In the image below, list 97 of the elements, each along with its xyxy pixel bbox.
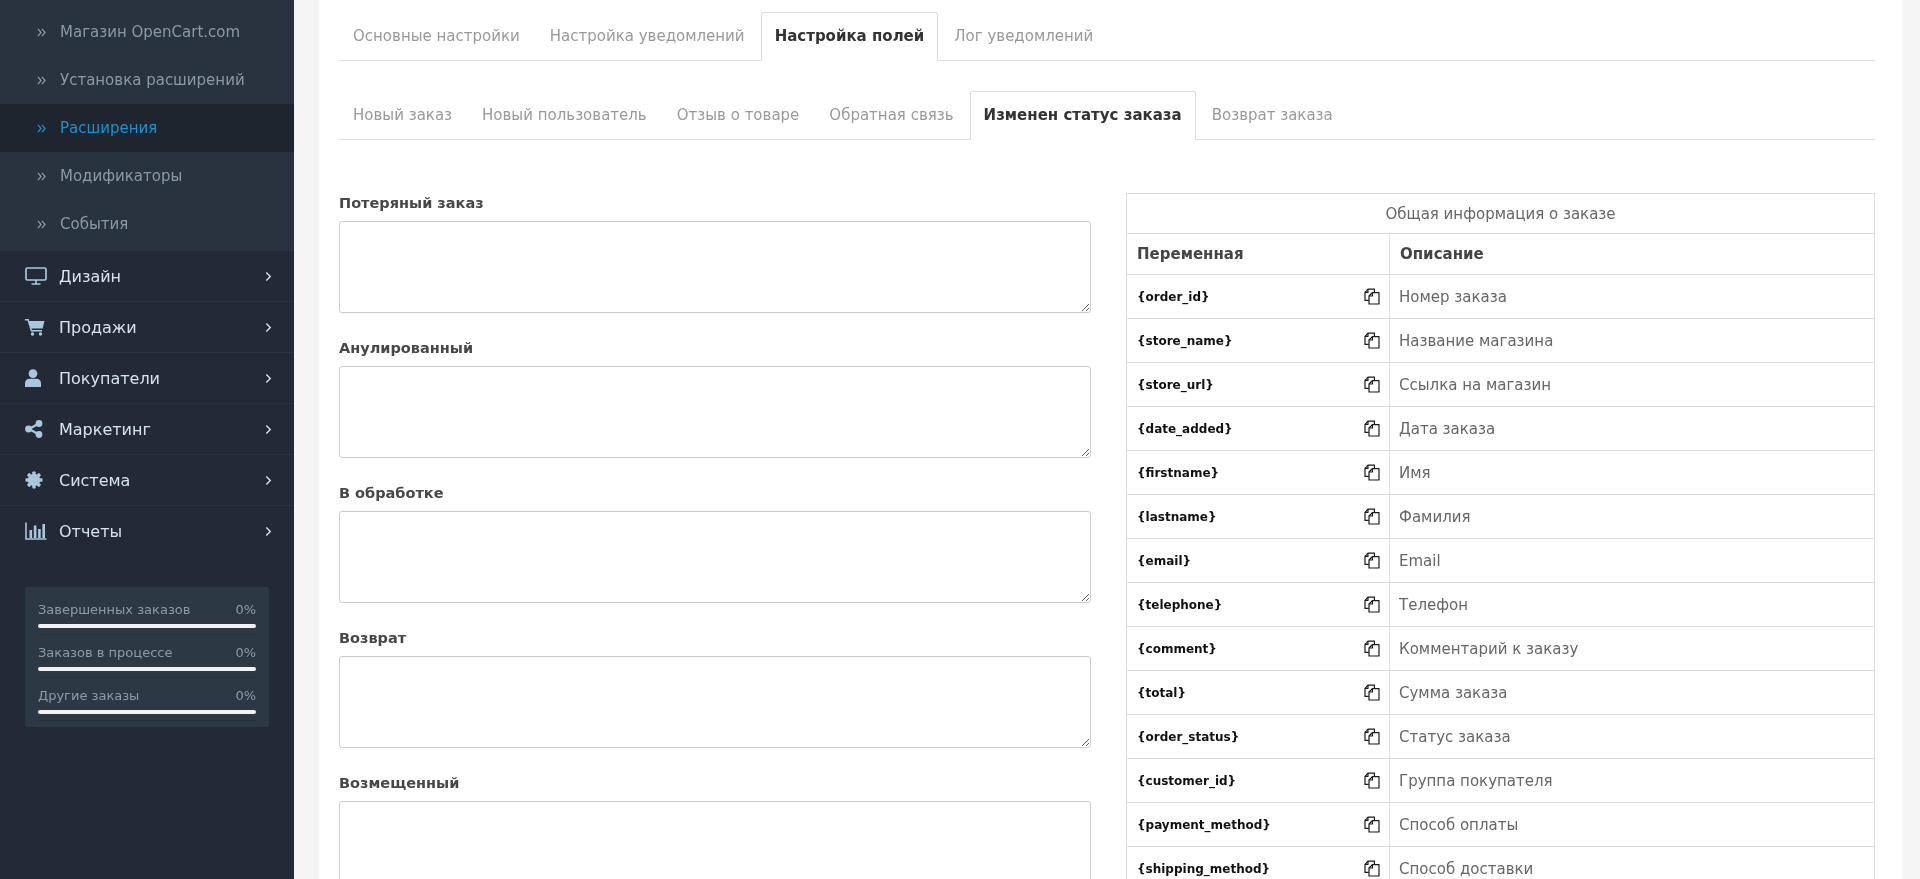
copy-icon[interactable] bbox=[1364, 552, 1380, 569]
chevron-right-icon bbox=[265, 321, 272, 333]
tab[interactable]: Новый заказ bbox=[339, 91, 467, 140]
description-cell: Название магазина bbox=[1389, 318, 1875, 363]
field-label: В обработке bbox=[339, 484, 445, 503]
variable-name: {telephone} bbox=[1137, 597, 1223, 612]
description-cell: Способ оплаты bbox=[1389, 802, 1875, 847]
sidebar-subitem[interactable]: Расширения bbox=[0, 104, 294, 152]
variable-name: {date_added} bbox=[1137, 421, 1233, 436]
tab[interactable]: Обратная связь bbox=[815, 91, 968, 140]
chevron-right-icon bbox=[265, 372, 272, 384]
description-cell: Телефон bbox=[1389, 582, 1875, 627]
description-cell: Имя bbox=[1389, 450, 1875, 495]
field-label: Анулированный bbox=[339, 339, 475, 358]
variable-name: {customer_id} bbox=[1137, 773, 1237, 788]
field-label: Потеряный заказ bbox=[339, 194, 485, 213]
table-title: Общая информация о заказе bbox=[1126, 193, 1875, 234]
sidebar-menu-item[interactable]: Дизайн bbox=[0, 250, 294, 301]
double-chevron-icon bbox=[37, 27, 46, 37]
description-cell: Статус заказа bbox=[1389, 714, 1875, 759]
monitor-icon bbox=[25, 267, 47, 285]
textarea-field[interactable] bbox=[339, 511, 1091, 603]
sidebar-menu-item[interactable]: Отчеты bbox=[0, 505, 294, 556]
sidebar-menu-item[interactable]: Продажи bbox=[0, 301, 294, 352]
chevron-right-icon bbox=[265, 270, 272, 282]
cart-icon bbox=[25, 318, 45, 336]
gear-icon bbox=[25, 471, 43, 489]
variable-name: {lastname} bbox=[1137, 509, 1217, 524]
chevron-right-icon bbox=[265, 474, 272, 486]
tab[interactable]: Настройка полей bbox=[760, 12, 939, 61]
sidebar-subitem[interactable]: Модификаторы bbox=[0, 152, 294, 200]
textarea-field[interactable] bbox=[339, 656, 1091, 748]
field-label: Возмещенный bbox=[339, 774, 461, 793]
textarea-field[interactable] bbox=[339, 221, 1091, 313]
variable-name: {email} bbox=[1137, 553, 1192, 568]
variable-name: {total} bbox=[1137, 685, 1186, 700]
chevron-right-icon bbox=[265, 525, 272, 537]
copy-icon[interactable] bbox=[1364, 640, 1380, 657]
user-icon bbox=[25, 369, 41, 387]
sidebar-subitem[interactable]: Магазин OpenCart.com bbox=[0, 8, 294, 56]
bar-chart-icon bbox=[25, 522, 47, 540]
share-icon bbox=[25, 420, 43, 438]
tab[interactable]: Возврат заказа bbox=[1197, 91, 1347, 140]
copy-icon[interactable] bbox=[1364, 772, 1380, 789]
description-cell: Номер заказа bbox=[1389, 274, 1875, 319]
stat-value: 0% bbox=[235, 644, 256, 662]
double-chevron-icon bbox=[37, 75, 46, 85]
tab[interactable]: Лог уведомлений bbox=[940, 12, 1108, 61]
variable-name: {shipping_method} bbox=[1137, 861, 1271, 876]
copy-icon[interactable] bbox=[1364, 508, 1380, 525]
copy-icon[interactable] bbox=[1364, 596, 1380, 613]
copy-icon[interactable] bbox=[1364, 288, 1380, 305]
copy-icon[interactable] bbox=[1364, 420, 1380, 437]
double-chevron-icon bbox=[37, 171, 46, 181]
tab[interactable]: Новый пользователь bbox=[468, 91, 661, 140]
stat-label: Завершенных заказов bbox=[38, 601, 191, 619]
textarea-field[interactable] bbox=[339, 801, 1091, 879]
description-cell: Ссылка на магазин bbox=[1389, 362, 1875, 407]
variable-name: {payment_method} bbox=[1137, 817, 1271, 832]
chevron-right-icon bbox=[265, 423, 272, 435]
copy-icon[interactable] bbox=[1364, 816, 1380, 833]
stat-label: Заказов в процессе bbox=[38, 644, 173, 662]
tab[interactable]: Настройка уведомлений bbox=[535, 12, 759, 61]
copy-icon[interactable] bbox=[1364, 332, 1380, 349]
textarea-field[interactable] bbox=[339, 366, 1091, 458]
description-cell: Дата заказа bbox=[1389, 406, 1875, 451]
copy-icon[interactable] bbox=[1364, 860, 1380, 877]
variable-name: {comment} bbox=[1137, 641, 1217, 656]
variable-name: {firstname} bbox=[1137, 465, 1220, 480]
copy-icon[interactable] bbox=[1364, 376, 1380, 393]
description-cell: Email bbox=[1389, 538, 1875, 583]
column-header: Описание bbox=[1389, 233, 1875, 275]
double-chevron-icon bbox=[37, 219, 46, 229]
field-label: Возврат bbox=[339, 629, 408, 648]
copy-icon[interactable] bbox=[1364, 728, 1380, 745]
variable-name: {order_id} bbox=[1137, 289, 1210, 304]
sidebar-subitem[interactable]: Установка расширений bbox=[0, 56, 294, 104]
variable-name: {store_name} bbox=[1137, 333, 1233, 348]
description-cell: Группа покупателя bbox=[1389, 758, 1875, 803]
tab[interactable]: Основные настройки bbox=[339, 12, 534, 61]
sidebar-menu-item[interactable]: Покупатели bbox=[0, 352, 294, 403]
description-cell: Сумма заказа bbox=[1389, 670, 1875, 715]
column-header: Переменная bbox=[1126, 233, 1390, 275]
tab[interactable]: Отзыв о товаре bbox=[662, 91, 814, 140]
description-cell: Комментарий к заказу bbox=[1389, 626, 1875, 671]
stat-label: Другие заказы bbox=[38, 687, 140, 705]
tab[interactable]: Изменен статус заказа bbox=[969, 91, 1196, 140]
description-cell: Фамилия bbox=[1389, 494, 1875, 539]
variable-name: {store_url} bbox=[1137, 377, 1214, 392]
copy-icon[interactable] bbox=[1364, 684, 1380, 701]
double-chevron-icon bbox=[37, 123, 46, 133]
sidebar-subitem[interactable]: События bbox=[0, 200, 294, 248]
stat-value: 0% bbox=[235, 687, 256, 705]
stat-value: 0% bbox=[235, 601, 256, 619]
copy-icon[interactable] bbox=[1364, 464, 1380, 481]
variable-name: {order_status} bbox=[1137, 729, 1240, 744]
sidebar-menu-item[interactable]: Система bbox=[0, 454, 294, 505]
